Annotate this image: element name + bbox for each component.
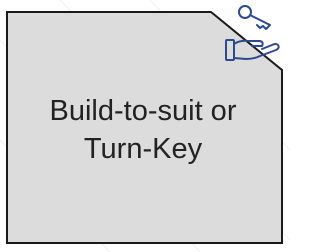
card-label-line2: Turn-Key: [83, 133, 203, 165]
card-label-line1: Build-to-suit or: [49, 95, 237, 127]
hand-icon: [225, 39, 280, 61]
key-icon: [238, 5, 271, 30]
card-label: Build-to-suit or Turn-Key: [8, 92, 278, 168]
